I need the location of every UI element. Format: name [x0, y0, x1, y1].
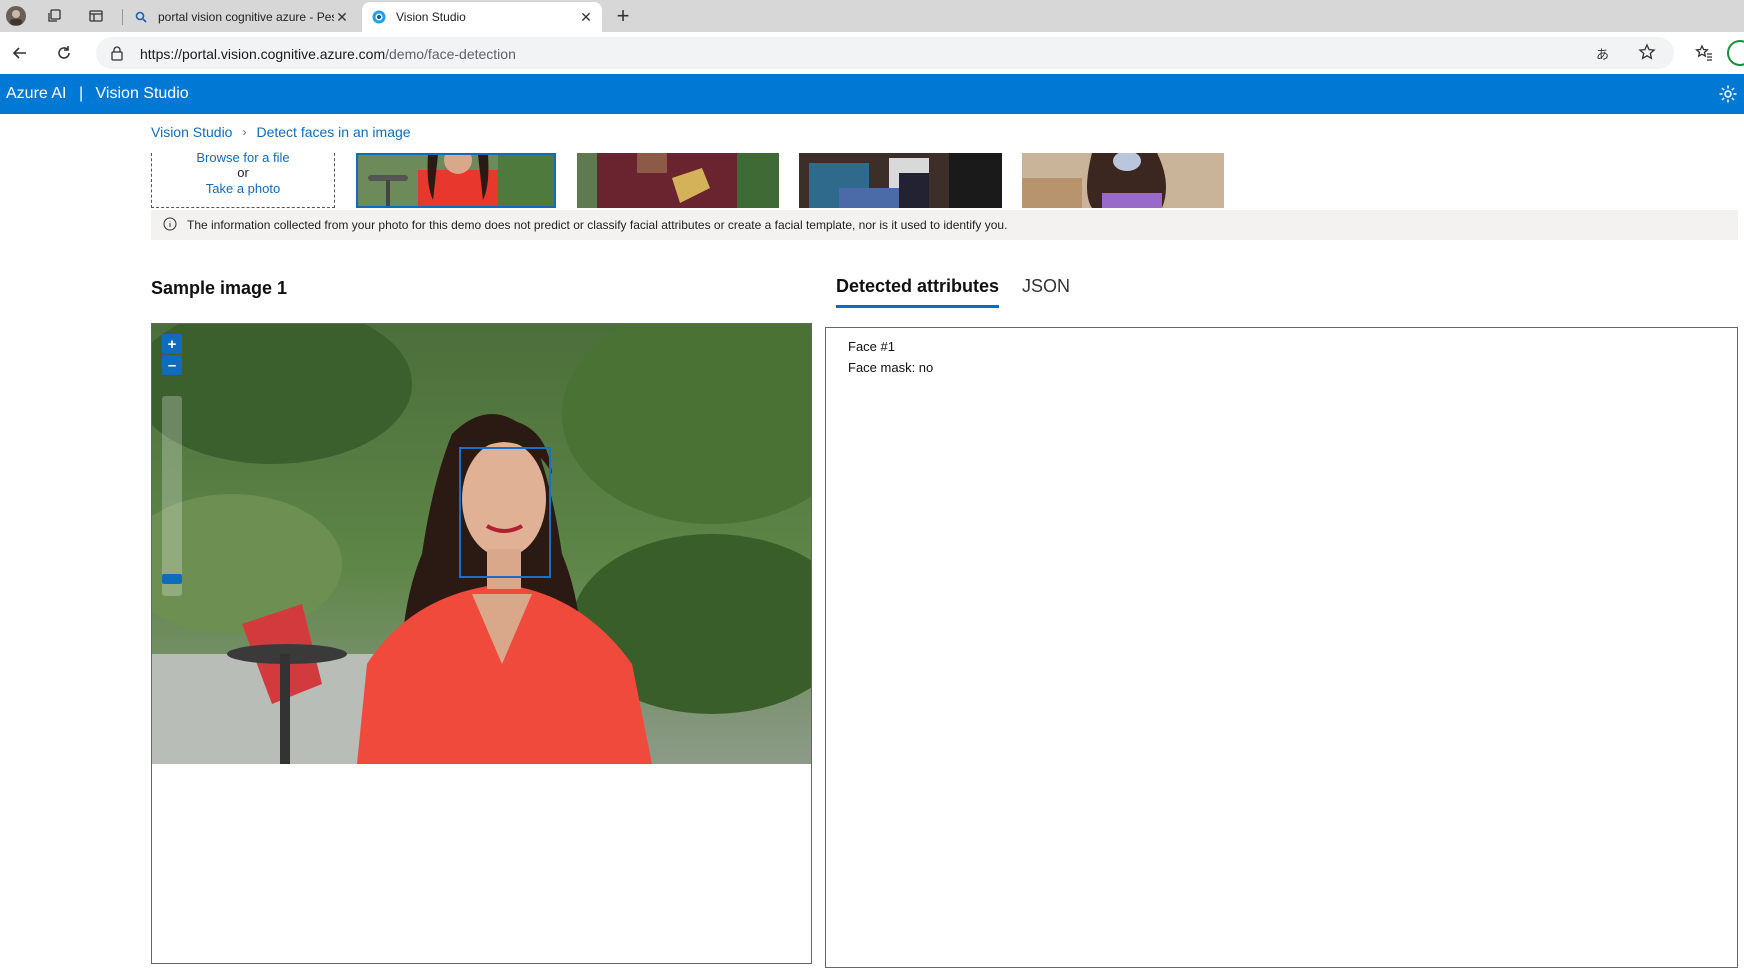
breadcrumb: Vision Studio › Detect faces in an image — [151, 124, 411, 140]
browser-tab-strip: portal vision cognitive azure - Pes ✕ Vi… — [0, 0, 1744, 32]
browser-tab-vision-studio[interactable]: Vision Studio ✕ — [362, 2, 602, 32]
tab-title: Vision Studio — [396, 10, 466, 24]
refresh-icon[interactable] — [54, 43, 74, 63]
url-host: https://portal.vision.cognitive.azure.co… — [140, 46, 386, 62]
url-text: https://portal.vision.cognitive.azure.co… — [140, 46, 516, 62]
sample-thumbnail-4[interactable] — [1022, 153, 1224, 208]
zoom-out-button[interactable]: – — [162, 355, 182, 375]
tab-detected-attributes[interactable]: Detected attributes — [836, 276, 1000, 308]
upload-or-text: or — [237, 165, 249, 180]
browse-file-link[interactable]: Browse for a file — [152, 150, 334, 165]
tab-divider — [122, 9, 123, 25]
new-tab-icon[interactable]: + — [613, 3, 633, 28]
breadcrumb-link-vision-studio[interactable]: Vision Studio — [151, 124, 232, 140]
url-field[interactable]: https://portal.vision.cognitive.azure.co… — [96, 37, 1674, 69]
take-photo-link[interactable]: Take a photo — [152, 181, 334, 196]
settings-gear-icon[interactable] — [1718, 84, 1738, 109]
image-viewer[interactable]: + – — [151, 323, 812, 964]
chevron-right-icon: › — [242, 125, 247, 139]
sample-photo: + – — [152, 324, 811, 764]
zoom-slider-handle[interactable] — [162, 574, 182, 584]
address-bar-row: https://portal.vision.cognitive.azure.co… — [0, 32, 1744, 75]
detected-attributes-panel: Face #1 Face mask: no — [825, 327, 1738, 968]
favorites-icon[interactable] — [1694, 43, 1714, 63]
vertical-tabs-icon[interactable] — [86, 6, 106, 26]
app-brand[interactable]: Azure AI | Vision Studio — [6, 85, 189, 103]
collections-icon[interactable] — [44, 6, 64, 26]
privacy-info-bar: The information collected from your phot… — [151, 210, 1738, 240]
face-mask-value: Face mask: no — [848, 360, 934, 375]
url-path: /demo/face-detection — [385, 46, 516, 62]
tab-json[interactable]: JSON — [1022, 276, 1070, 297]
search-icon — [134, 10, 148, 24]
breadcrumb-current[interactable]: Detect faces in an image — [256, 124, 410, 140]
profile-avatar-icon[interactable] — [4, 4, 28, 28]
sample-thumbnail-2[interactable] — [577, 153, 779, 208]
privacy-info-text: The information collected from your phot… — [187, 218, 1008, 232]
back-arrow-icon[interactable] — [10, 43, 30, 63]
browser-tab-search[interactable]: portal vision cognitive azure - Pes ✕ — [124, 2, 358, 32]
tab-title: portal vision cognitive azure - Pes — [158, 10, 334, 24]
zoom-in-button[interactable]: + — [162, 334, 182, 354]
sample-thumbnail-1[interactable] — [356, 153, 556, 208]
face-bounding-box — [459, 447, 551, 578]
brand-name: Vision Studio — [95, 85, 189, 102]
sample-thumbnail-3[interactable] — [799, 153, 1002, 208]
brand-prefix: Azure AI — [6, 85, 67, 102]
face-label: Face #1 — [848, 339, 895, 354]
vision-studio-icon — [372, 10, 386, 24]
brand-separator: | — [78, 85, 84, 102]
zoom-slider-track[interactable] — [162, 396, 182, 596]
close-tab-icon[interactable]: ✕ — [334, 9, 350, 26]
lock-icon[interactable] — [110, 45, 124, 66]
favorite-star-icon[interactable] — [1638, 43, 1656, 66]
read-aloud-translate-icon[interactable]: あ — [1596, 44, 1609, 63]
close-tab-icon[interactable]: ✕ — [578, 9, 594, 26]
profile-icon[interactable] — [1727, 40, 1744, 66]
info-icon — [163, 217, 177, 234]
app-header: Azure AI | Vision Studio — [0, 74, 1744, 114]
sample-image-title: Sample image 1 — [151, 278, 288, 298]
upload-dropzone[interactable]: Browse for a file or Take a photo — [151, 150, 335, 208]
